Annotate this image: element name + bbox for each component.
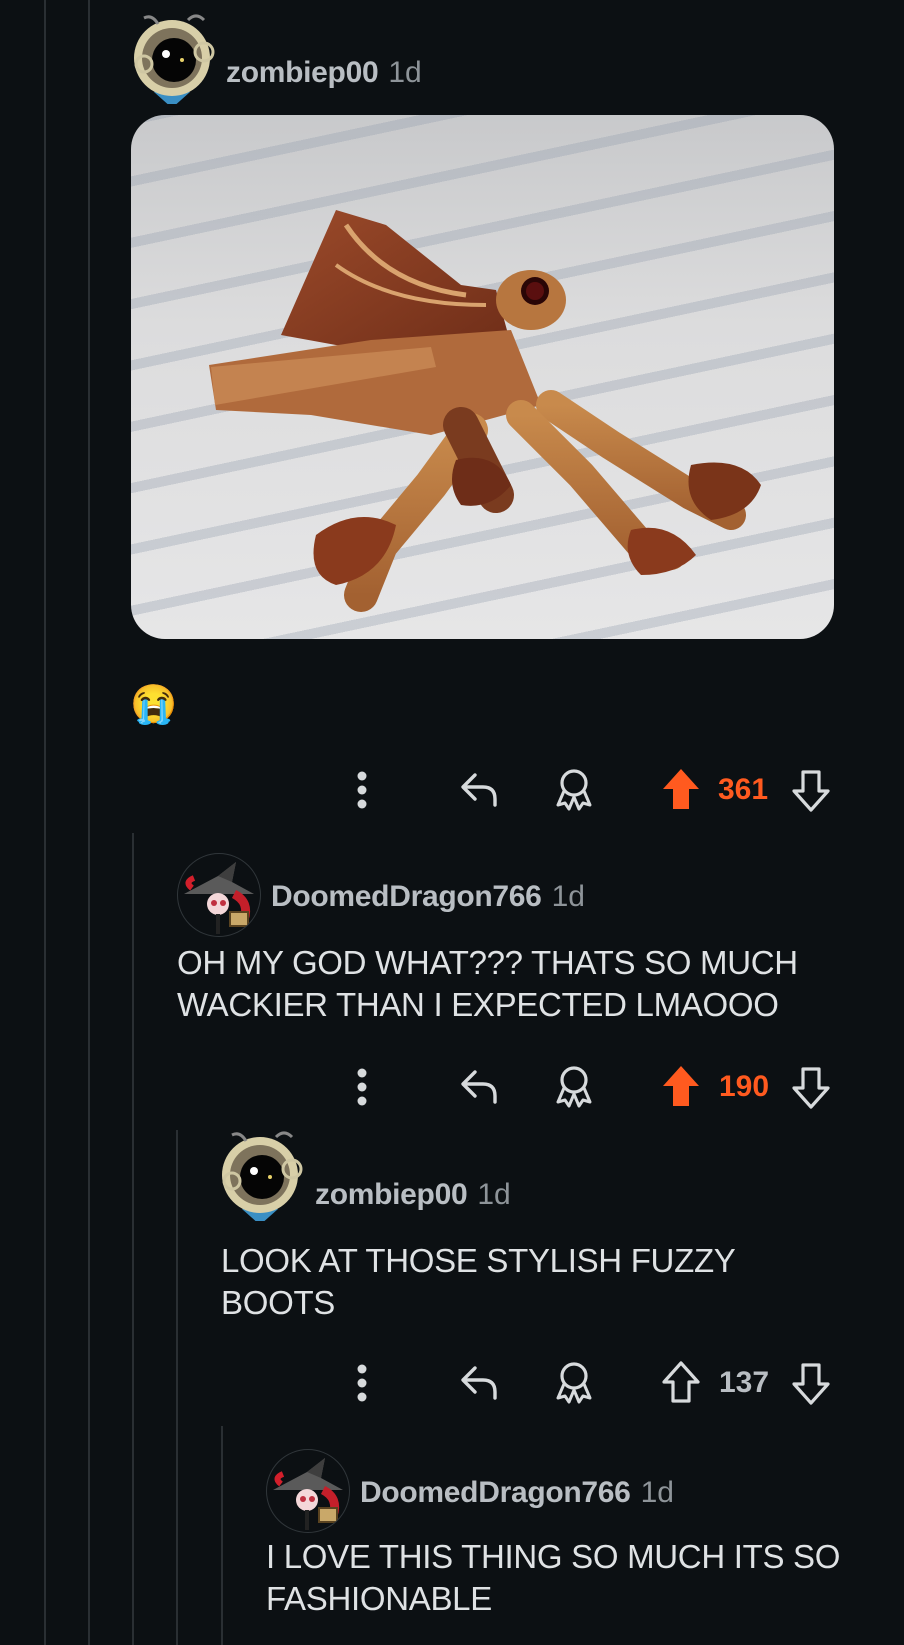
thread-line	[88, 0, 90, 1645]
avatar[interactable]	[266, 1449, 350, 1533]
zombie-avatar-icon	[134, 14, 215, 104]
username[interactable]: zombiep00	[226, 56, 379, 90]
more-icon[interactable]	[355, 769, 369, 816]
username[interactable]: DoomedDragon766	[360, 1476, 631, 1510]
upvote-icon[interactable]	[661, 767, 701, 816]
downvote-icon[interactable]	[791, 769, 831, 818]
more-icon[interactable]	[355, 1362, 369, 1409]
timestamp: 1d	[388, 56, 422, 89]
more-icon[interactable]	[355, 1066, 369, 1113]
moth-image	[209, 210, 761, 612]
avatar[interactable]	[124, 8, 220, 104]
thread-line[interactable]	[221, 1426, 223, 1645]
witch-avatar-icon	[184, 862, 254, 934]
downvote-icon[interactable]	[791, 1066, 831, 1115]
thread-line[interactable]	[176, 1130, 178, 1645]
timestamp: 1d	[551, 880, 585, 913]
action-bar: 190	[355, 1062, 835, 1112]
moth-photo[interactable]	[131, 115, 834, 639]
reply-icon[interactable]	[459, 769, 499, 814]
username[interactable]: DoomedDragon766	[271, 880, 542, 914]
comment-text: OH MY GOD WHAT??? THATS SO MUCH WACKIER …	[177, 944, 798, 1023]
emoji: 😭	[130, 684, 178, 726]
thread-line[interactable]	[132, 833, 134, 1645]
timestamp: 1d	[477, 1178, 511, 1211]
avatar[interactable]	[177, 853, 261, 937]
downvote-icon[interactable]	[791, 1362, 831, 1411]
reply-icon[interactable]	[459, 1066, 499, 1111]
award-icon[interactable]	[553, 767, 595, 816]
comment-text: I LOVE THIS THING SO MUCH ITS SO FASHION…	[266, 1538, 841, 1617]
witch-avatar-icon	[273, 1458, 343, 1530]
reply-icon[interactable]	[459, 1362, 499, 1407]
award-icon[interactable]	[553, 1360, 595, 1409]
upvote-icon[interactable]	[661, 1360, 701, 1409]
action-bar: 137	[355, 1358, 835, 1408]
vote-count: 137	[719, 1366, 770, 1399]
action-bar: 361	[355, 765, 835, 815]
timestamp: 1d	[640, 1476, 674, 1509]
vote-count: 361	[718, 773, 769, 806]
avatar[interactable]	[212, 1125, 308, 1221]
comment-text: LOOK AT THOSE STYLISH FUZZY BOOTS	[221, 1242, 735, 1321]
award-icon[interactable]	[553, 1064, 595, 1113]
vote-count: 190	[719, 1070, 770, 1103]
username[interactable]: zombiep00	[315, 1178, 468, 1212]
zombie-avatar-icon	[222, 1131, 303, 1221]
upvote-icon[interactable]	[661, 1064, 701, 1113]
thread-line	[44, 0, 46, 1645]
